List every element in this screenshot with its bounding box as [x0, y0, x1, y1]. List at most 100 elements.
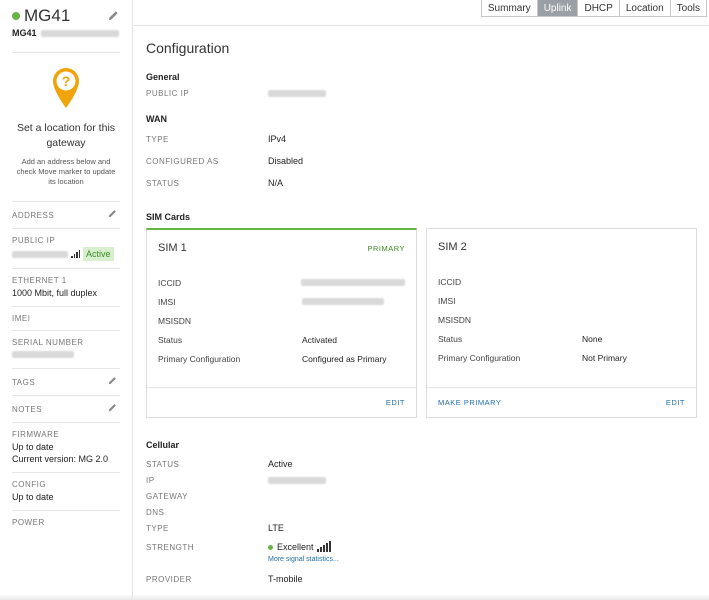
sim1-primary-label: Primary Configuration [158, 353, 241, 364]
cellular-heading: Cellular [146, 440, 180, 450]
sim1-iccid-label: ICCID [158, 277, 182, 288]
tab-uplink[interactable]: Uplink [537, 0, 579, 17]
cellular-dns-label: DNS [146, 507, 165, 517]
sim1-msisdn-label: MSISDN [158, 315, 192, 326]
wan-configured-row: CONFIGURED AS Disabled [146, 150, 701, 172]
device-header: MG41 [12, 6, 120, 26]
tab-tools[interactable]: Tools [670, 0, 707, 17]
public-ip-status-badge: Active [83, 247, 114, 261]
redacted-cellular-ip [268, 476, 326, 484]
sim1-status-label: Status [158, 334, 183, 345]
power-label: POWER [12, 518, 45, 527]
firmware-field: FIRMWARE Up to date Current version: MG … [12, 422, 120, 472]
ethernet-label: ETHERNET 1 [12, 276, 67, 285]
cellular-provider-label: PROVIDER [146, 574, 192, 584]
location-subtitle: Add an address below and check Move mark… [16, 157, 116, 186]
address-field: ADDRESS [12, 201, 120, 228]
wan-status-value: N/A [268, 178, 284, 188]
serial-label: SERIAL NUMBER [12, 338, 84, 347]
redacted-imsi [302, 298, 384, 305]
public-ip-field: PUBLIC IP Active [12, 228, 120, 268]
configuration-content: Configuration General PUBLIC IP WAN TYPE… [146, 40, 701, 587]
cellular-section: Cellular STATUS Active IP GATEWAY DNS TYP… [146, 440, 701, 587]
sim1-title: SIM 1 [158, 242, 187, 254]
wan-type-value: IPv4 [268, 134, 287, 144]
device-sidebar: MG41 MG41 ? Set a location for this gate… [0, 0, 133, 600]
sim2-edit-button[interactable]: EDIT [666, 398, 685, 407]
bottom-fade [0, 594, 709, 600]
sim2-iccid-label: ICCID [438, 276, 462, 287]
top-bar: Summary Uplink DHCP Location Tools [134, 0, 709, 26]
cellular-status-value: Active [268, 459, 293, 469]
sim-cards-heading: SIM Cards [146, 212, 191, 222]
cellular-ip-label: IP [146, 475, 155, 485]
imei-label: IMEI [12, 314, 31, 323]
sim1-imsi-label: IMSI [158, 296, 176, 307]
sim2-primary-label: Primary Configuration [438, 352, 521, 363]
wan-configured-label: CONFIGURED AS [146, 156, 219, 166]
general-public-ip-row: PUBLIC IP [146, 82, 701, 104]
wan-type-label: TYPE [146, 134, 169, 144]
cellular-strength-value: Excellent [277, 542, 314, 552]
location-pin-icon: ? [51, 67, 81, 109]
firmware-label: FIRMWARE [12, 430, 60, 439]
tab-bar: Summary Uplink DHCP Location Tools [480, 0, 707, 17]
ethernet-field: ETHERNET 1 1000 Mbit, full duplex [12, 268, 120, 306]
cellular-type-label: TYPE [146, 523, 169, 533]
sim1-edit-button[interactable]: EDIT [386, 398, 405, 407]
serial-field: SERIAL NUMBER [12, 330, 120, 368]
device-serial: MG41 [12, 28, 120, 38]
notes-field: NOTES [12, 395, 120, 422]
tags-field: TAGS [12, 368, 120, 395]
general-heading: General [146, 72, 180, 82]
sim-cards: SIM 1 PRIMARY ICCID IMSI MSISDN Status Ac… [146, 228, 701, 418]
wan-heading: WAN [146, 114, 167, 124]
redacted-mac [40, 29, 119, 37]
tab-dhcp[interactable]: DHCP [578, 0, 620, 17]
cellular-gateway-label: GATEWAY [146, 491, 189, 501]
tab-summary[interactable]: Summary [480, 0, 538, 17]
strength-dot [268, 544, 273, 550]
config-label: CONFIG [12, 480, 47, 489]
device-name: MG41 [24, 6, 71, 25]
edit-notes-pencil-icon[interactable] [108, 403, 120, 415]
sim2-card: SIM 2 ICCID IMSI MSISDN Status None Prima… [426, 228, 697, 418]
cellular-type-value: LTE [268, 523, 284, 533]
redacted-ip [12, 250, 68, 258]
sim2-title: SIM 2 [438, 241, 467, 253]
sim1-status-value: Activated [302, 334, 337, 345]
cellular-strength-label: STRENGTH [146, 542, 194, 552]
edit-address-pencil-icon[interactable] [108, 209, 120, 221]
cellular-provider-value: T-mobile [268, 574, 303, 584]
sim1-primary-value: Configured as Primary [302, 353, 387, 364]
general-public-ip-label: PUBLIC IP [146, 88, 190, 98]
sim2-make-primary-button[interactable]: MAKE PRIMARY [438, 398, 501, 407]
sim2-primary-value: Not Primary [582, 352, 627, 363]
svg-text:?: ? [62, 73, 71, 89]
sim2-status-value: None [582, 333, 603, 344]
edit-tags-pencil-icon[interactable] [108, 376, 120, 388]
main-panel: Summary Uplink DHCP Location Tools Confi… [134, 0, 709, 600]
tags-label: TAGS [12, 377, 36, 387]
strength-bars-icon [316, 541, 331, 552]
page-title: Configuration [146, 40, 230, 56]
tab-location[interactable]: Location [619, 0, 671, 17]
wan-status-label: STATUS [146, 178, 180, 188]
sim2-imsi-label: IMSI [438, 295, 456, 306]
config-field: CONFIG Up to date [12, 472, 120, 510]
sim1-primary-tag: PRIMARY [367, 244, 405, 253]
location-prompt: ? Set a location for this gateway Add an… [12, 52, 120, 187]
ethernet-value: 1000 Mbit, full duplex [12, 288, 98, 298]
address-label: ADDRESS [12, 210, 55, 220]
edit-name-pencil-icon[interactable] [108, 10, 120, 22]
redacted-iccid [301, 279, 405, 286]
redacted-serial [12, 351, 74, 358]
firmware-version: Current version: MG 2.0 [12, 454, 109, 464]
more-signal-stats-link[interactable]: More signal statistics... [268, 556, 701, 563]
power-field: POWER [12, 510, 120, 534]
firmware-status: Up to date [12, 442, 54, 452]
wan-status-row: STATUS N/A [146, 172, 701, 194]
online-status-dot [12, 12, 20, 20]
location-title: Set a location for this gateway [16, 122, 116, 149]
sim2-status-label: Status [438, 333, 463, 344]
